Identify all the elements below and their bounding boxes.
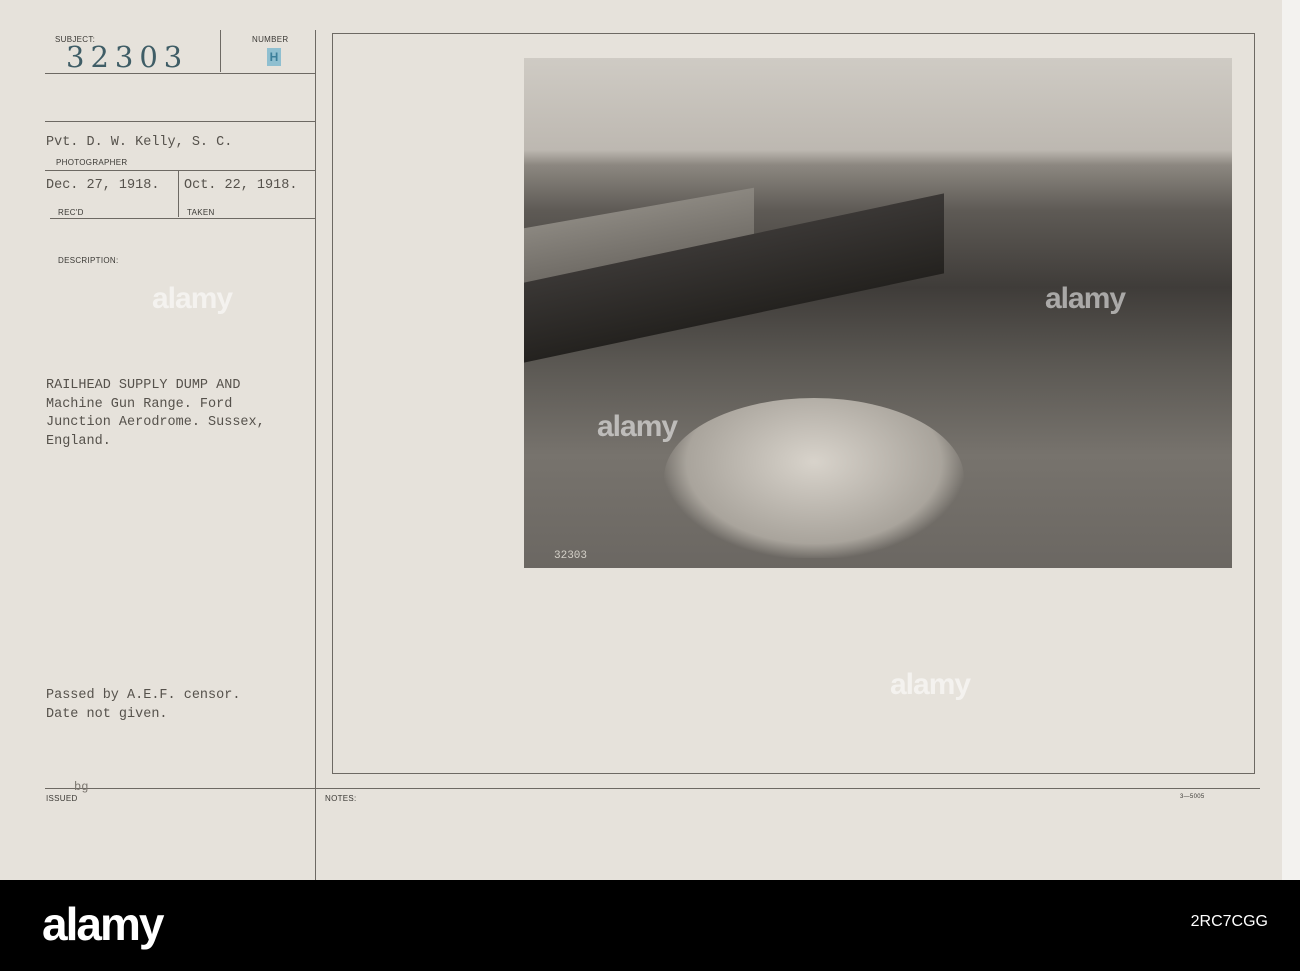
description-line: England.: [46, 433, 111, 449]
issued-label: ISSUED: [46, 794, 78, 803]
card-edge: [1282, 0, 1300, 880]
ballast-pile: [664, 398, 964, 558]
alamy-logo: alamy: [42, 898, 164, 950]
photographer-label: PHOTOGRAPHER: [56, 158, 128, 167]
divider: [178, 171, 179, 217]
description-line: Machine Gun Range. Ford: [46, 396, 233, 412]
bottom-rule: [45, 788, 1260, 789]
subject-number: 32303: [66, 40, 189, 74]
footer-band: [0, 880, 1300, 971]
number-stamp: H: [267, 48, 281, 66]
column-divider: [315, 30, 316, 880]
taken-date: Oct. 22, 1918.: [184, 178, 298, 193]
divider: [45, 170, 315, 171]
watermark: alamy: [1045, 282, 1126, 315]
censor-line: Date not given.: [46, 706, 168, 722]
photograph: 32303: [524, 58, 1232, 568]
form-code: 3—5005: [1180, 794, 1205, 800]
number-label: NUMBER: [252, 35, 289, 44]
watermark: alamy: [152, 282, 233, 315]
description-line: Junction Aerodrome. Sussex,: [46, 415, 265, 430]
divider: [220, 30, 221, 72]
received-date: Dec. 27, 1918.: [46, 178, 160, 193]
divider: [50, 218, 315, 219]
censor-line: Passed by A.E.F. censor.: [46, 688, 241, 703]
divider: [45, 121, 315, 122]
issued-value: bg: [74, 780, 89, 794]
watermark: alamy: [890, 668, 971, 701]
description-text: RAILHEAD SUPPLY DUMP AND Machine Gun Ran…: [46, 377, 265, 451]
image-code: 2RC7CGG: [1190, 913, 1268, 930]
watermark: alamy: [597, 410, 678, 443]
notes-label: NOTES:: [325, 794, 357, 803]
photographer-name: Pvt. D. W. Kelly, S. C.: [46, 135, 233, 150]
archive-card: SUBJECT: 32303 NUMBER H Pvt. D. W. Kelly…: [0, 0, 1282, 880]
taken-label: TAKEN: [187, 208, 215, 217]
received-label: REC'D: [58, 208, 84, 217]
divider: [45, 73, 315, 74]
photo-number: 32303: [554, 550, 588, 562]
censor-text: Passed by A.E.F. censor. Date not given.: [46, 687, 240, 724]
description-label: DESCRIPTION:: [58, 256, 119, 265]
description-line: RAILHEAD SUPPLY DUMP AND: [46, 378, 241, 393]
